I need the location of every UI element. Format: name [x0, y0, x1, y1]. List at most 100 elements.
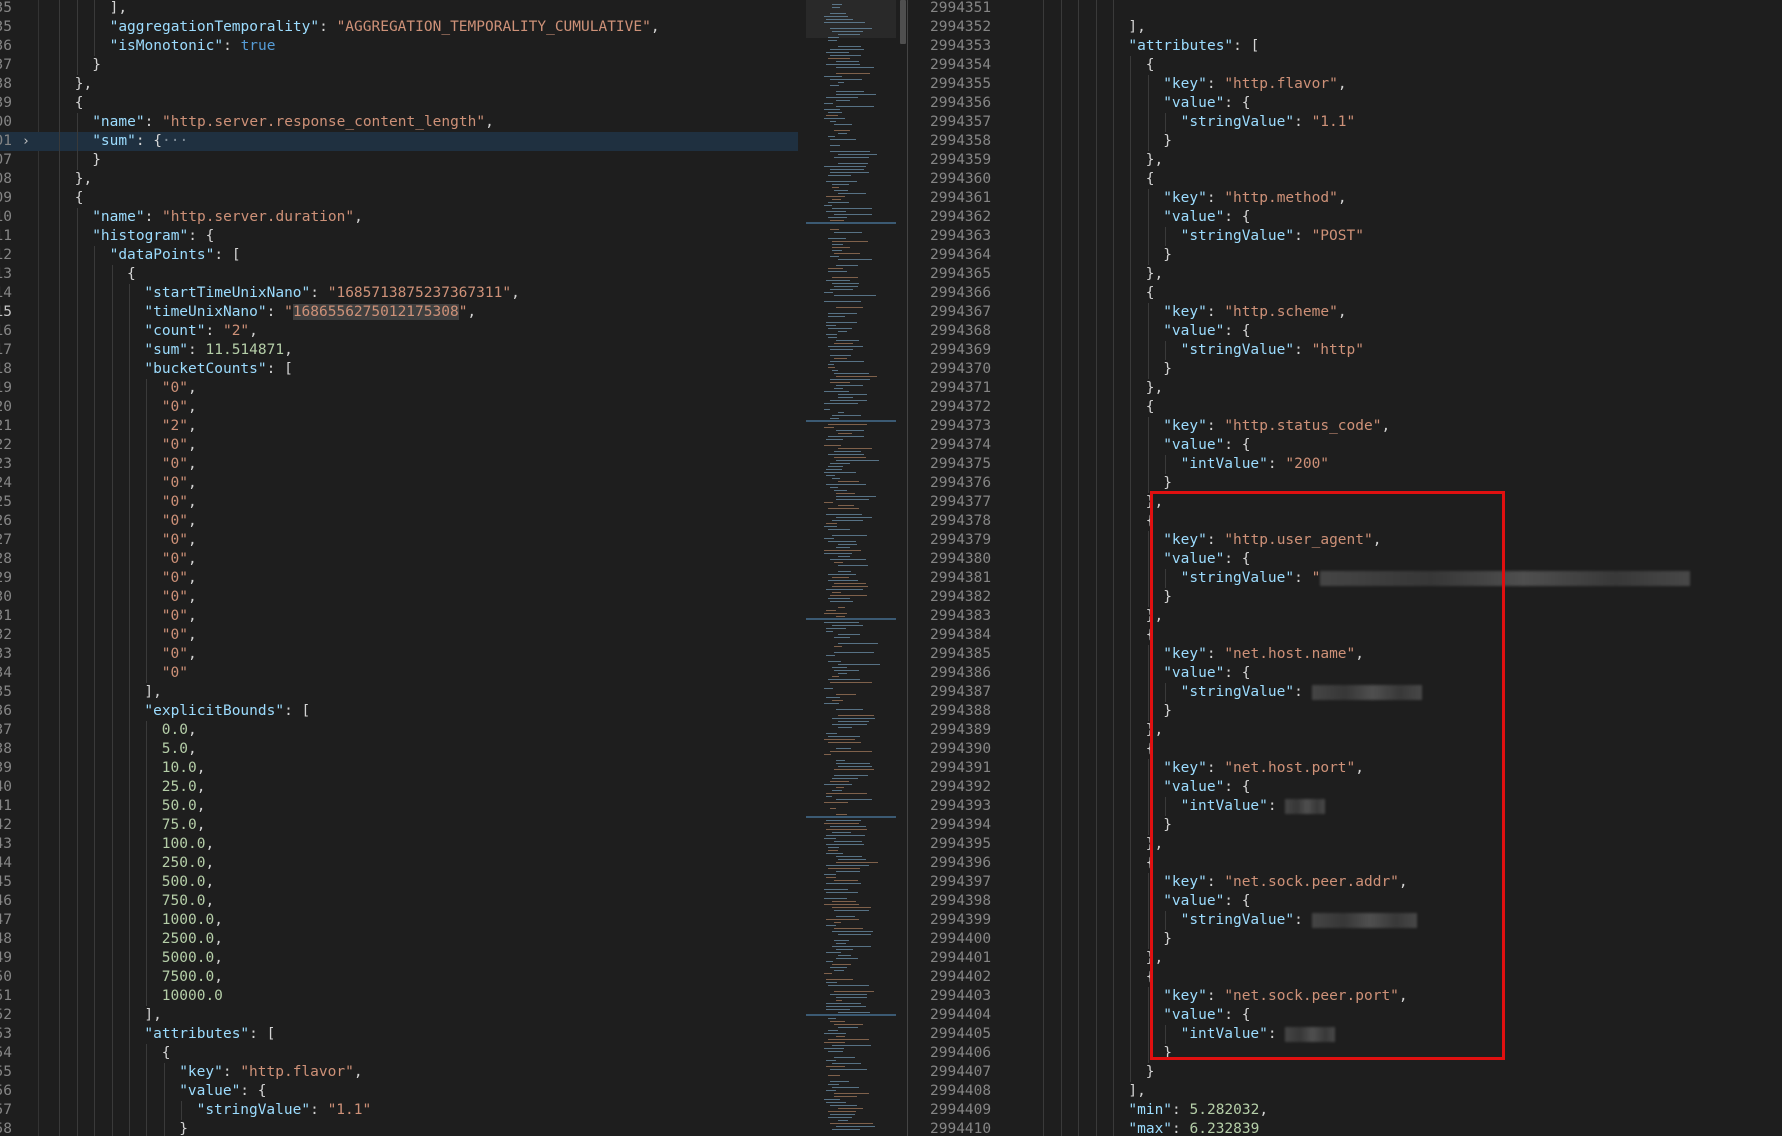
code-text[interactable]: { — [1024, 170, 1155, 189]
code-text[interactable]: "value": { — [1024, 664, 1250, 683]
code-text[interactable]: "key": "http.scheme", — [1024, 303, 1346, 322]
code-line[interactable]: 2994369 "stringValue": "http" — [908, 341, 1782, 360]
code-lines[interactable]: 2994351 2994352], 2994353 "attributes": [29… — [908, 0, 1782, 1136]
code-text[interactable]: ], — [40, 0, 127, 18]
code-text[interactable]: } — [1024, 246, 1172, 265]
code-line[interactable]: 56 "value": { — [0, 1082, 798, 1101]
code-text[interactable]: } — [1024, 930, 1172, 949]
code-text[interactable]: "name": "http.server.response_content_le… — [40, 113, 494, 132]
code-text[interactable]: { — [1024, 56, 1155, 75]
code-text[interactable]: 10000.0 — [40, 987, 223, 1006]
code-line[interactable]: 36 "explicitBounds": [ — [0, 702, 798, 721]
code-line[interactable]: 2994356 "value": { — [908, 94, 1782, 113]
code-text[interactable]: "attributes": [ — [40, 1025, 275, 1044]
code-text[interactable]: "2", — [40, 417, 197, 436]
code-line[interactable]: 19 "0", — [0, 379, 798, 398]
code-line[interactable]: 46 750.0, — [0, 892, 798, 911]
code-text[interactable]: 750.0, — [40, 892, 214, 911]
code-line[interactable]: 2994391 "key": "net.host.port", — [908, 759, 1782, 778]
code-text[interactable]: "0", — [40, 436, 197, 455]
code-line[interactable]: 2994381 "stringValue": " — [908, 569, 1782, 588]
code-line[interactable]: 09 { — [0, 189, 798, 208]
code-line[interactable]: 2994395}, — [908, 835, 1782, 854]
code-line[interactable]: 2994378{ — [908, 512, 1782, 531]
code-text[interactable]: 5000.0, — [40, 949, 223, 968]
code-line[interactable]: 00 "name": "http.server.response_content_… — [0, 113, 798, 132]
code-text[interactable]: } — [1024, 588, 1172, 607]
code-text[interactable]: 5.0, — [40, 740, 197, 759]
code-text[interactable]: "0", — [40, 512, 197, 531]
code-line[interactable]: 47 1000.0, — [0, 911, 798, 930]
code-line[interactable]: 2994383}, — [908, 607, 1782, 626]
code-text[interactable]: "timeUnixNano": "1686556275012175308", — [40, 303, 476, 322]
code-line[interactable]: 58} — [0, 1120, 798, 1136]
code-text[interactable]: "intValue": — [1024, 797, 1326, 816]
code-text[interactable]: } — [1024, 474, 1172, 493]
code-text[interactable]: "aggregationTemporality": "AGGREGATION_T… — [40, 18, 660, 37]
code-text[interactable]: }, — [1024, 721, 1163, 740]
code-text[interactable]: { — [1024, 398, 1155, 417]
code-line[interactable]: 2994390{ — [908, 740, 1782, 759]
code-text[interactable]: "key": "net.host.port", — [1024, 759, 1364, 778]
code-line[interactable]: 31 "0", — [0, 607, 798, 626]
code-line[interactable]: 21 "2", — [0, 417, 798, 436]
code-text[interactable]: } — [1024, 702, 1172, 721]
code-line[interactable]: 07} — [0, 151, 798, 170]
code-text[interactable]: 2500.0, — [40, 930, 223, 949]
code-line[interactable]: 2994384{ — [908, 626, 1782, 645]
code-line[interactable]: 2994403 "key": "net.sock.peer.port", — [908, 987, 1782, 1006]
code-line[interactable]: 2994394} — [908, 816, 1782, 835]
code-line[interactable]: 35 "aggregationTemporality": "AGGREGATION… — [0, 18, 798, 37]
code-text[interactable]: "bucketCounts": [ — [40, 360, 292, 379]
code-text[interactable]: "0", — [40, 493, 197, 512]
code-line[interactable]: 2994401}, — [908, 949, 1782, 968]
code-text[interactable]: "stringValue": " — [1024, 569, 1691, 588]
code-line[interactable]: 2994352], — [908, 18, 1782, 37]
code-text[interactable]: "count": "2", — [40, 322, 258, 341]
code-line[interactable]: 2994359}, — [908, 151, 1782, 170]
code-line[interactable]: 17 "sum": 11.514871, — [0, 341, 798, 360]
code-text[interactable]: "0", — [40, 645, 197, 664]
code-line[interactable]: 2994377}, — [908, 493, 1782, 512]
code-line[interactable]: 57 "stringValue": "1.1" — [0, 1101, 798, 1120]
code-text[interactable]: ], — [40, 683, 161, 702]
code-line[interactable]: 37 0.0, — [0, 721, 798, 740]
code-text[interactable]: "value": { — [40, 1082, 266, 1101]
code-text[interactable]: "stringValue": — [1024, 911, 1417, 930]
code-line[interactable]: 25 "0", — [0, 493, 798, 512]
code-line[interactable]: 2994364} — [908, 246, 1782, 265]
code-text[interactable]: 500.0, — [40, 873, 214, 892]
code-line[interactable]: 2994404 "value": { — [908, 1006, 1782, 1025]
code-text[interactable]: "0", — [40, 626, 197, 645]
code-line[interactable]: 2994355 "key": "http.flavor", — [908, 75, 1782, 94]
code-text[interactable]: "0", — [40, 607, 197, 626]
code-line[interactable]: 2994351 — [908, 0, 1782, 18]
code-line[interactable]: 29 "0", — [0, 569, 798, 588]
code-text[interactable]: "0" — [40, 664, 188, 683]
code-text[interactable]: "intValue": "200" — [1024, 455, 1329, 474]
right-editor-pane[interactable]: 2994351 2994352], 2994353 "attributes": [29… — [908, 0, 1782, 1136]
code-line[interactable]: 08}, — [0, 170, 798, 189]
code-text[interactable]: "value": { — [1024, 436, 1250, 455]
code-line[interactable]: 01 › "sum": {··· — [0, 132, 798, 151]
code-line[interactable]: 50 7500.0, — [0, 968, 798, 987]
code-text[interactable]: } — [1024, 360, 1172, 379]
code-text[interactable]: { — [1024, 284, 1155, 303]
code-text[interactable]: "0", — [40, 398, 197, 417]
code-text[interactable]: "stringValue": "1.1" — [40, 1101, 372, 1120]
code-line[interactable]: 43 100.0, — [0, 835, 798, 854]
code-text[interactable]: } — [40, 56, 101, 75]
code-line[interactable]: 2994367 "key": "http.scheme", — [908, 303, 1782, 322]
code-line[interactable]: 13 { — [0, 265, 798, 284]
code-line[interactable]: 2994392 "value": { — [908, 778, 1782, 797]
code-text[interactable]: "value": { — [1024, 892, 1250, 911]
code-text[interactable]: { — [1024, 740, 1155, 759]
code-text[interactable]: "histogram": { — [40, 227, 214, 246]
code-line[interactable]: 2994399 "stringValue": — [908, 911, 1782, 930]
code-line[interactable]: 42 75.0, — [0, 816, 798, 835]
code-text[interactable]: { — [1024, 626, 1155, 645]
code-text[interactable]: "sum": {··· — [40, 132, 188, 151]
code-text[interactable]: ], — [40, 1006, 161, 1025]
code-line[interactable]: 2994371}, — [908, 379, 1782, 398]
code-text[interactable]: "stringValue": — [1024, 683, 1422, 702]
